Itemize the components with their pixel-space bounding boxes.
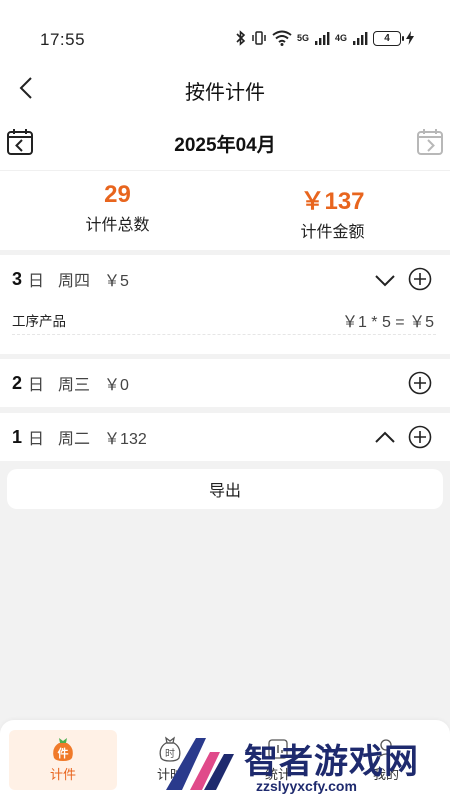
chevron-up-icon[interactable] bbox=[374, 427, 396, 449]
signal-5g-label: 5G bbox=[296, 33, 309, 43]
day-number: 1 bbox=[12, 426, 23, 447]
day-unit: 日 bbox=[28, 431, 45, 448]
total-amount-label: 计件金额 bbox=[300, 224, 365, 241]
list-item[interactable]: 工序产品 ￥1 * 5 = ￥5 bbox=[12, 301, 436, 335]
watermark: 智者游戏网 zzslyyxcfy.com bbox=[160, 730, 450, 800]
signal-4g-icon bbox=[353, 32, 368, 45]
tab-label: 计件 bbox=[49, 767, 76, 782]
day-number: 2 bbox=[12, 372, 23, 393]
item-calculation: ￥1 * 5 = ￥5 bbox=[341, 314, 434, 331]
wifi-icon bbox=[272, 30, 292, 46]
svg-text:件: 件 bbox=[58, 746, 69, 760]
item-name: 工序产品 bbox=[12, 314, 66, 329]
day-card: 2 日 周三 ￥0 bbox=[0, 359, 450, 407]
header-panel: 17:55 5G 4G 4 按件计件 2025年04月 29 计件总数 ￥137… bbox=[0, 0, 450, 250]
watermark-text: 智者游戏网 bbox=[244, 742, 419, 782]
watermark-url: zzslyyxcfy.com bbox=[256, 778, 357, 794]
export-button[interactable]: 导出 bbox=[7, 469, 443, 509]
next-month-calendar-icon[interactable] bbox=[416, 128, 444, 156]
day-amount: ￥0 bbox=[104, 377, 129, 394]
status-icons: 5G 4G 4 bbox=[236, 30, 414, 46]
signal-5g-icon bbox=[314, 32, 330, 45]
day-header[interactable]: 2 日 周三 ￥0 bbox=[12, 359, 129, 407]
chevron-down-icon[interactable] bbox=[374, 269, 396, 291]
add-circle-icon[interactable] bbox=[408, 267, 432, 291]
add-circle-icon[interactable] bbox=[408, 425, 432, 449]
battery-icon: 4 bbox=[373, 30, 404, 46]
vibrate-icon bbox=[252, 31, 266, 45]
day-header[interactable]: 1 日 周二 ￥132 bbox=[12, 413, 147, 461]
day-weekday: 周二 bbox=[58, 431, 91, 448]
total-count-block: 29 计件总数 bbox=[5, 181, 230, 235]
day-number: 3 bbox=[12, 268, 23, 289]
day-header[interactable]: 3 日 周四 ￥5 bbox=[12, 255, 129, 303]
total-count-value: 29 bbox=[104, 181, 131, 208]
signal-4g-label: 4G bbox=[334, 33, 347, 43]
summary-panel: 29 计件总数 ￥137 计件金额 bbox=[0, 170, 450, 248]
day-amount: ￥5 bbox=[104, 273, 129, 290]
nav-bar: 按件计件 bbox=[0, 66, 450, 110]
day-card: 1 日 周二 ￥132 bbox=[0, 413, 450, 461]
day-unit: 日 bbox=[28, 377, 45, 394]
tab-piece[interactable]: 件 计件 bbox=[9, 730, 117, 790]
day-unit: 日 bbox=[28, 273, 45, 290]
day-weekday: 周三 bbox=[58, 377, 91, 394]
day-weekday: 周四 bbox=[58, 273, 91, 290]
status-time: 17:55 bbox=[40, 30, 86, 49]
piece-bag-icon: 件 bbox=[53, 738, 73, 761]
month-label: 2025年04月 bbox=[174, 135, 276, 156]
charging-icon bbox=[406, 31, 414, 45]
total-amount-value: ￥137 bbox=[300, 188, 365, 215]
total-count-label: 计件总数 bbox=[85, 217, 150, 234]
watermark-logo-icon bbox=[166, 738, 234, 790]
day-card: 3 日 周四 ￥5 工序产品 ￥1 * 5 = ￥5 bbox=[0, 255, 450, 354]
total-amount-block: ￥137 计件金额 bbox=[220, 181, 445, 242]
status-bar: 17:55 5G 4G 4 bbox=[0, 26, 450, 54]
day-amount: ￥132 bbox=[104, 431, 147, 448]
add-circle-icon[interactable] bbox=[408, 371, 432, 395]
month-selector: 2025年04月 bbox=[0, 124, 450, 164]
page-title: 按件计件 bbox=[185, 82, 265, 104]
bluetooth-icon bbox=[236, 30, 246, 46]
